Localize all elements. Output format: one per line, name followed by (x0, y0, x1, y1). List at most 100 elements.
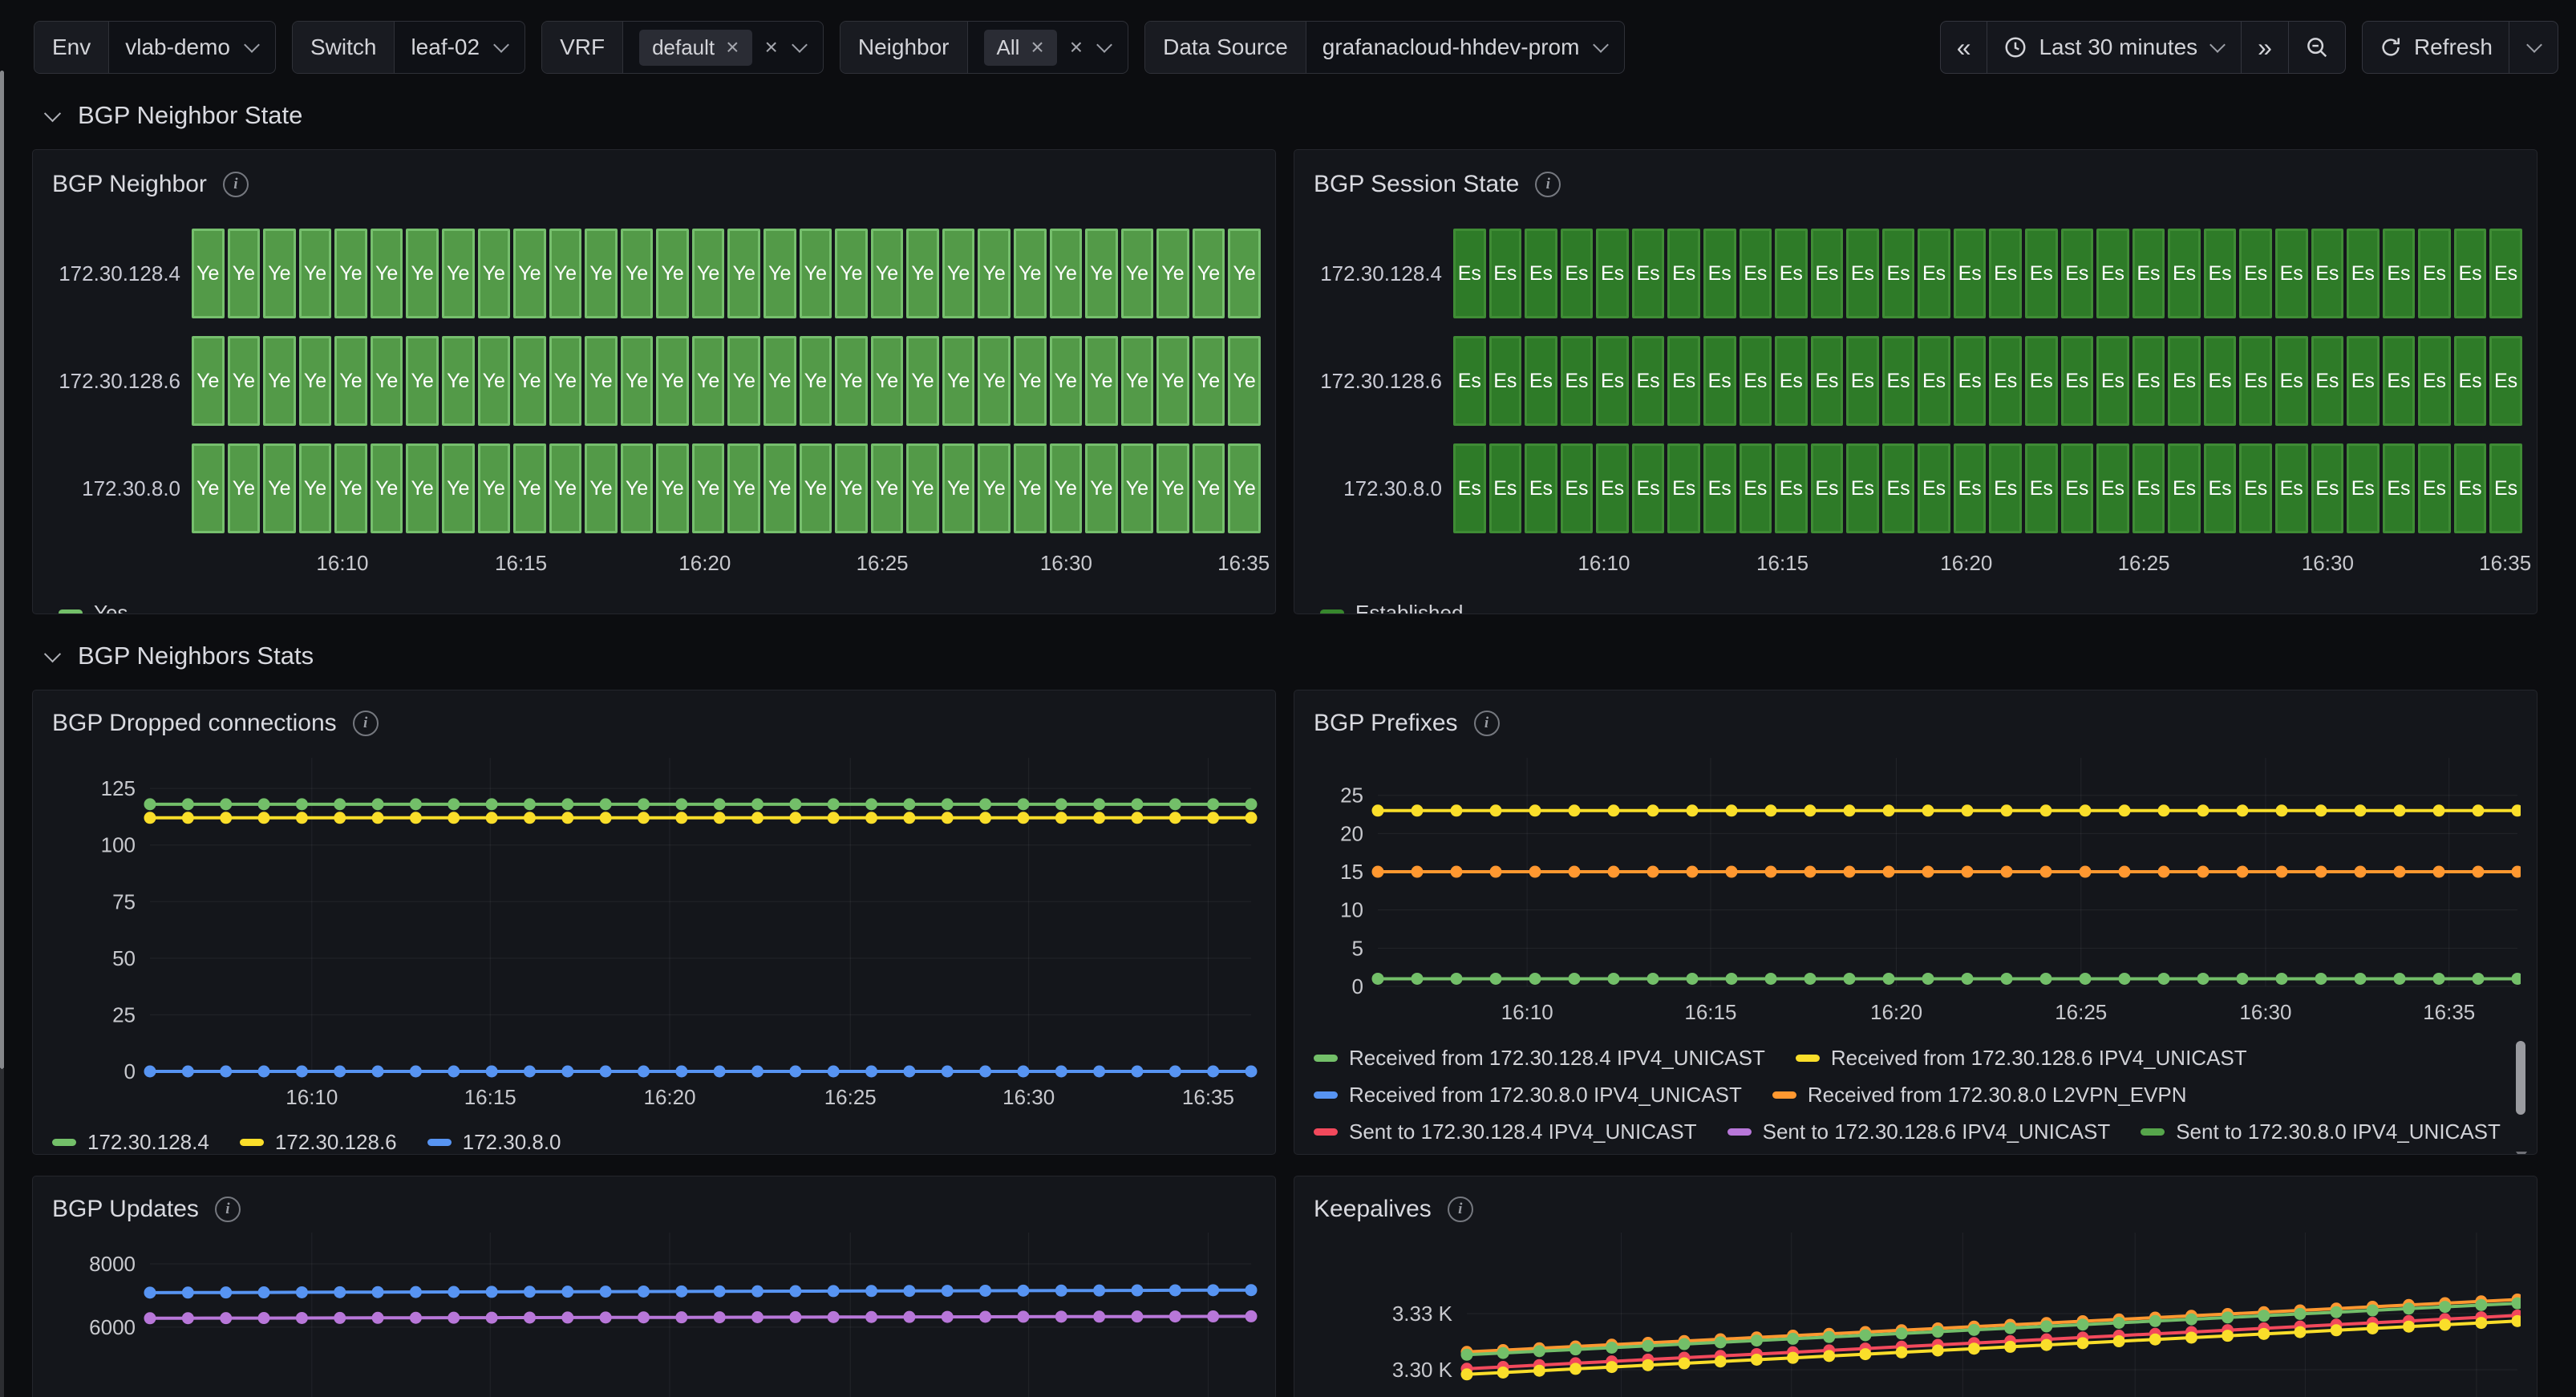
state-cell[interactable]: Ye (621, 229, 654, 318)
state-cell[interactable]: Es (2096, 336, 2129, 426)
state-cell[interactable]: Ye (621, 443, 654, 533)
state-cell[interactable]: Ye (871, 336, 904, 426)
state-cell[interactable]: Es (1703, 336, 1736, 426)
state-cell[interactable]: Es (2275, 336, 2308, 426)
state-cell[interactable]: Es (2275, 443, 2308, 533)
state-cell[interactable]: Ye (1014, 229, 1047, 318)
state-cell[interactable]: Ye (835, 336, 868, 426)
variable-neighbor-value[interactable]: All × × (968, 22, 1128, 73)
panel-header[interactable]: BGP Dropped connections i (52, 707, 1256, 740)
state-cell[interactable]: Es (1453, 443, 1486, 533)
state-cell[interactable]: Es (2096, 229, 2129, 318)
legend-item[interactable]: Sent to 172.30.8.0 IPV4_UNICAST (2141, 1120, 2501, 1144)
state-cell[interactable]: Es (1525, 443, 1557, 533)
state-cell[interactable]: Ye (800, 443, 832, 533)
state-cell[interactable]: Es (2489, 443, 2522, 533)
scroll-down-arrow-icon[interactable] (2516, 1152, 2527, 1155)
state-cell[interactable]: Es (1703, 443, 1736, 533)
state-cell[interactable]: Es (1811, 336, 1844, 426)
page-scrollbar[interactable] (0, 0, 4, 1397)
state-cell[interactable]: Ye (763, 443, 796, 533)
state-cell[interactable]: Es (1918, 229, 1950, 318)
state-cell[interactable]: Ye (942, 336, 975, 426)
state-cell[interactable]: Ye (478, 336, 511, 426)
state-cell[interactable]: Ye (263, 443, 296, 533)
state-cell[interactable]: Es (2454, 443, 2487, 533)
variable-vrf-value[interactable]: default × × (623, 22, 823, 73)
refresh-button[interactable]: Refresh (2363, 22, 2509, 73)
state-cell[interactable]: Ye (1228, 336, 1261, 426)
state-cell[interactable]: Es (1846, 229, 1879, 318)
chart-canvas[interactable]: 16:1016:1516:2016:2516:3016:350510152025 (1314, 747, 2521, 1027)
panel-header[interactable]: BGP Updates i (52, 1193, 1256, 1226)
state-cell[interactable]: Es (2204, 336, 2237, 426)
state-cell[interactable]: Es (1561, 229, 1594, 318)
state-cell[interactable]: Ye (1193, 336, 1225, 426)
state-cell[interactable]: Es (1667, 336, 1700, 426)
state-cell[interactable]: Es (2096, 443, 2129, 533)
state-cell[interactable]: Es (1989, 229, 2022, 318)
zoom-out-button[interactable] (2288, 22, 2345, 73)
info-icon[interactable]: i (1535, 172, 1561, 197)
state-cell[interactable]: Es (2418, 229, 2451, 318)
state-cell[interactable]: Ye (835, 443, 868, 533)
state-cell[interactable]: Es (1703, 229, 1736, 318)
state-cell[interactable]: Es (1453, 229, 1486, 318)
state-cell[interactable]: Es (1989, 336, 2022, 426)
state-cell[interactable]: Ye (871, 229, 904, 318)
state-cell[interactable]: Es (1740, 443, 1772, 533)
state-cell[interactable]: Ye (263, 336, 296, 426)
state-cell[interactable]: Es (1596, 443, 1629, 533)
state-cell[interactable]: Ye (1085, 336, 1118, 426)
panel-header[interactable]: BGP Prefixes i (1314, 707, 2517, 740)
info-icon[interactable]: i (1474, 711, 1500, 736)
section-collapse-icon[interactable] (44, 646, 61, 662)
state-cell[interactable]: Es (1954, 229, 1987, 318)
clear-selection-icon[interactable]: × (1070, 36, 1083, 59)
state-cell[interactable]: Ye (1228, 229, 1261, 318)
state-cell[interactable]: Es (2347, 336, 2380, 426)
variable-env-value[interactable]: vlab-demo (109, 22, 275, 73)
state-cell[interactable]: Ye (978, 336, 1011, 426)
state-cell[interactable]: Es (1740, 336, 1772, 426)
state-cell[interactable]: Ye (942, 229, 975, 318)
state-cell[interactable]: Ye (906, 229, 939, 318)
state-cell[interactable]: Es (1525, 336, 1557, 426)
panel-header[interactable]: Keepalives i (1314, 1193, 2517, 1226)
state-cell[interactable]: Ye (478, 443, 511, 533)
legend-item[interactable]: Received from 172.30.8.0 L2VPN_EVPN (1772, 1083, 2187, 1107)
remove-chip-icon[interactable]: × (726, 36, 739, 59)
clear-selection-icon[interactable]: × (765, 36, 778, 59)
time-shift-forward-button[interactable]: » (2241, 22, 2288, 73)
state-cell[interactable]: Es (1632, 336, 1665, 426)
state-cell[interactable]: Ye (1050, 229, 1083, 318)
state-cell[interactable]: Es (2383, 336, 2416, 426)
state-cell[interactable]: Es (2311, 443, 2344, 533)
state-cell[interactable]: Ye (513, 443, 546, 533)
panel-header[interactable]: BGP Neighbor i (52, 168, 1261, 201)
state-cell[interactable]: Ye (228, 336, 261, 426)
state-cell[interactable]: Ye (299, 336, 332, 426)
panel-header[interactable]: BGP Session State i (1314, 168, 2522, 201)
state-cell[interactable]: Es (1632, 229, 1665, 318)
state-cell[interactable]: Ye (192, 229, 225, 318)
state-cell[interactable]: Es (2418, 443, 2451, 533)
state-cell[interactable]: Ye (1193, 443, 1225, 533)
state-cell[interactable]: Es (2204, 229, 2237, 318)
legend-item[interactable]: Received from 172.30.8.0 IPV4_UNICAST (1314, 1083, 1742, 1107)
state-cell[interactable]: Ye (228, 229, 261, 318)
state-cell[interactable]: Ye (978, 443, 1011, 533)
state-cell[interactable]: Ye (835, 229, 868, 318)
state-cell[interactable]: Ye (763, 229, 796, 318)
state-cell[interactable]: Es (2025, 443, 2058, 533)
state-cell[interactable]: Es (1775, 229, 1808, 318)
state-cell[interactable]: Ye (1156, 336, 1189, 426)
state-cell[interactable]: Es (2347, 443, 2380, 533)
state-cell[interactable]: Es (2489, 229, 2522, 318)
state-cell[interactable]: Es (1632, 443, 1665, 533)
state-cell[interactable]: Ye (585, 229, 618, 318)
state-cell[interactable]: Es (2132, 443, 2165, 533)
state-cell[interactable]: Es (2454, 229, 2487, 318)
state-cell[interactable]: Ye (1121, 336, 1154, 426)
state-cell[interactable]: Ye (621, 336, 654, 426)
